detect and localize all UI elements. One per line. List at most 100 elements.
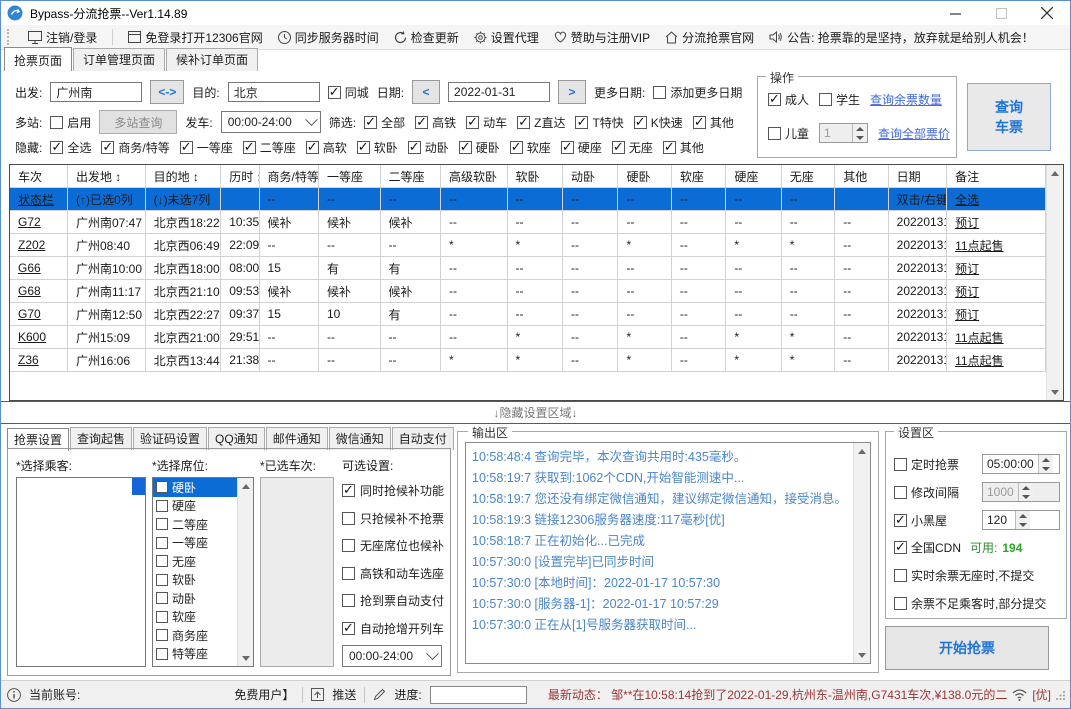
seat-item-一等座[interactable]: 一等座 bbox=[153, 534, 237, 553]
multi-enable-checkbox[interactable]: 启用 bbox=[50, 114, 91, 131]
filter-checkbox-其他[interactable]: 其他 bbox=[692, 114, 734, 131]
train-number-link[interactable]: K600 bbox=[10, 325, 68, 349]
hide-checkbox-一等座[interactable]: 一等座 bbox=[179, 139, 233, 156]
scroll-down-icon[interactable] bbox=[238, 650, 253, 666]
start-grab-button[interactable]: 开始抢票 bbox=[885, 626, 1049, 670]
booking-link[interactable]: 预订 bbox=[946, 279, 1047, 303]
grab-tab-微信通知[interactable]: 微信通知 bbox=[328, 427, 391, 450]
date-prev-button[interactable]: < bbox=[412, 80, 441, 104]
logout-login-button[interactable]: 注销/登录 bbox=[28, 29, 97, 46]
hide-checkbox-无座[interactable]: 无座 bbox=[611, 139, 653, 156]
seat-item-软座[interactable]: 软座 bbox=[153, 608, 237, 627]
seat-item-商务座[interactable]: 商务座 bbox=[153, 626, 237, 645]
table-row[interactable]: K600 广州15:09 北京西21:00 29:51 -- -- -- -- * -- * -- * *… bbox=[10, 325, 1047, 349]
seat-item-二等座[interactable]: 二等座 bbox=[153, 515, 237, 534]
table-row[interactable]: Z202 广州08:40 北京西06:49 22:09 -- -- -- * * -- * -- * * -… bbox=[10, 233, 1047, 257]
scroll-up-icon[interactable] bbox=[854, 443, 870, 459]
query-tickets-button[interactable]: 查询 车票 bbox=[967, 83, 1051, 151]
column-header[interactable]: 硬座 bbox=[725, 165, 782, 188]
depart-time-select[interactable]: 00:00-24:00 bbox=[220, 111, 321, 133]
scroll-up-icon[interactable] bbox=[238, 478, 253, 494]
option-checkbox-高铁和动车选座[interactable]: 高铁和动车选座 bbox=[342, 560, 446, 588]
interval-checkbox[interactable]: 修改间隔 bbox=[894, 484, 959, 501]
check-update-button[interactable]: 检查更新 bbox=[394, 29, 459, 46]
multi-station-query-button[interactable]: 多站查询 bbox=[99, 110, 178, 134]
passenger-listbox[interactable] bbox=[16, 477, 146, 667]
status-row[interactable]: 状态栏 (↑)已选0列 (↓)未选7列 -- -- -- -- -- -- -- -- -- -- 双击/… bbox=[10, 187, 1047, 211]
maximize-button[interactable] bbox=[978, 1, 1024, 25]
official-site-button[interactable]: 分流抢票官网 bbox=[665, 29, 754, 46]
sponsor-vip-button[interactable]: 赞助与注册VIP bbox=[554, 29, 650, 46]
timed-grab-time-stepper[interactable]: 05:00:00 bbox=[982, 454, 1060, 474]
check-remaining-tickets-link[interactable]: 查询余票数量 bbox=[870, 91, 942, 108]
seat-item-动卧[interactable]: 动卧 bbox=[153, 589, 237, 608]
partial-submit-checkbox[interactable]: 余票不足乘客时,部分提交 bbox=[894, 595, 1046, 612]
grab-tab-邮件通知[interactable]: 邮件通知 bbox=[265, 427, 328, 450]
hide-checkbox-硬座[interactable]: 硬座 bbox=[560, 139, 602, 156]
table-row[interactable]: Z36 广州16:06 北京西13:44 21:38 -- -- -- * * -- * -- * * --… bbox=[10, 348, 1047, 372]
to-input[interactable]: 北京 bbox=[227, 82, 320, 102]
select-all-link[interactable]: 全选 bbox=[946, 187, 1047, 211]
column-header[interactable]: 一等座 bbox=[318, 165, 381, 188]
hide-checkbox-软卧[interactable]: 软卧 bbox=[356, 139, 398, 156]
column-header[interactable]: 二等座 bbox=[380, 165, 441, 188]
column-header[interactable]: 历时 ↕ bbox=[220, 165, 260, 188]
column-header[interactable]: 硬卧 bbox=[617, 165, 672, 188]
hide-checkbox-动卧[interactable]: 动卧 bbox=[407, 139, 449, 156]
check-all-prices-link[interactable]: 查询全部票价 bbox=[878, 125, 950, 142]
table-row[interactable]: G70 广州南12:50 北京西22:27 09:37 15 10 有 -- -- -- -- -- -… bbox=[10, 302, 1047, 326]
train-number-link[interactable]: G70 bbox=[10, 302, 68, 326]
sync-server-time-button[interactable]: 同步服务器时间 bbox=[277, 29, 379, 46]
train-number-link[interactable]: G72 bbox=[10, 210, 68, 234]
same-city-checkbox[interactable]: 同城 bbox=[327, 84, 369, 101]
minimize-button[interactable] bbox=[932, 1, 978, 25]
seat-item-特等座[interactable]: 特等座 bbox=[153, 645, 237, 664]
hide-checkbox-全选[interactable]: 全选 bbox=[50, 139, 91, 156]
table-row[interactable]: G68 广州南11:17 北京西21:10 09:53 候补 候补 候补 -- -- -- -- --… bbox=[10, 279, 1047, 303]
adult-checkbox[interactable]: 成人 bbox=[768, 91, 809, 108]
option-checkbox-自动抢增开列车[interactable]: 自动抢增开列车 bbox=[342, 615, 446, 643]
status-bar-link[interactable]: 状态栏 bbox=[10, 187, 68, 211]
toolbar-drag-handle[interactable] bbox=[7, 29, 13, 45]
filter-checkbox-K快速[interactable]: K快速 bbox=[633, 114, 683, 131]
grab-tab-自动支付[interactable]: 自动支付 bbox=[391, 427, 454, 450]
push-label[interactable]: 推送 bbox=[332, 686, 356, 703]
filter-checkbox-Z直达[interactable]: Z直达 bbox=[517, 114, 565, 131]
child-count-stepper[interactable]: 1 bbox=[819, 123, 869, 143]
booking-link[interactable]: 预订 bbox=[946, 210, 1047, 234]
passenger-list-scrollbar[interactable] bbox=[132, 478, 145, 495]
booking-link[interactable]: 预订 bbox=[946, 302, 1047, 326]
column-header[interactable]: 软座 bbox=[671, 165, 727, 188]
booking-link[interactable]: 预订 bbox=[946, 256, 1047, 280]
scroll-down-icon[interactable] bbox=[1047, 384, 1063, 400]
date-next-button[interactable]: > bbox=[558, 80, 587, 104]
child-checkbox[interactable]: 儿童 bbox=[768, 125, 809, 142]
column-header[interactable]: 高级软卧 bbox=[440, 165, 508, 188]
column-header[interactable]: 出发地 ↕ bbox=[67, 165, 146, 188]
grab-time-range-select[interactable]: 00:00-24:00 bbox=[342, 645, 442, 667]
resize-grip-icon[interactable] bbox=[1056, 690, 1066, 700]
seat-item-软卧[interactable]: 软卧 bbox=[153, 571, 237, 590]
booking-link[interactable]: 11点起售 bbox=[946, 325, 1047, 349]
hide-checkbox-软座[interactable]: 软座 bbox=[509, 139, 551, 156]
hide-checkbox-商务/特等[interactable]: 商务/特等 bbox=[101, 139, 170, 156]
column-header[interactable]: 目的地 ↕ bbox=[145, 165, 222, 188]
column-header[interactable]: 商务/特等 bbox=[259, 165, 320, 188]
date-input[interactable]: 2022-01-31 bbox=[448, 82, 551, 102]
scroll-up-icon[interactable] bbox=[1047, 165, 1063, 181]
grab-tab-查询起售[interactable]: 查询起售 bbox=[70, 427, 133, 450]
booking-link[interactable]: 11点起售 bbox=[946, 348, 1047, 372]
train-number-link[interactable]: G66 bbox=[10, 256, 68, 280]
output-scrollbar[interactable] bbox=[853, 443, 870, 663]
filter-checkbox-动车[interactable]: 动车 bbox=[466, 114, 507, 131]
booking-link[interactable]: 11点起售 bbox=[946, 233, 1047, 257]
hide-checkbox-高软[interactable]: 高软 bbox=[305, 139, 347, 156]
hide-settings-divider[interactable]: ↓隐藏设置区域↓ bbox=[1, 401, 1070, 424]
seat-list-scrollbar[interactable] bbox=[237, 478, 253, 666]
table-row[interactable]: G72 广州南07:47 北京西18:22 10:35 候补 候补 候补 -- -- -- -- --… bbox=[10, 210, 1047, 234]
cdn-checkbox[interactable]: 全国CDN bbox=[894, 539, 961, 556]
set-proxy-button[interactable]: 设置代理 bbox=[474, 29, 539, 46]
option-checkbox-无座席位也候补[interactable]: 无座席位也候补 bbox=[342, 532, 446, 560]
tab-grab-page[interactable]: 抢票页面 bbox=[4, 47, 73, 72]
swap-stations-button[interactable]: <-> bbox=[150, 80, 185, 104]
